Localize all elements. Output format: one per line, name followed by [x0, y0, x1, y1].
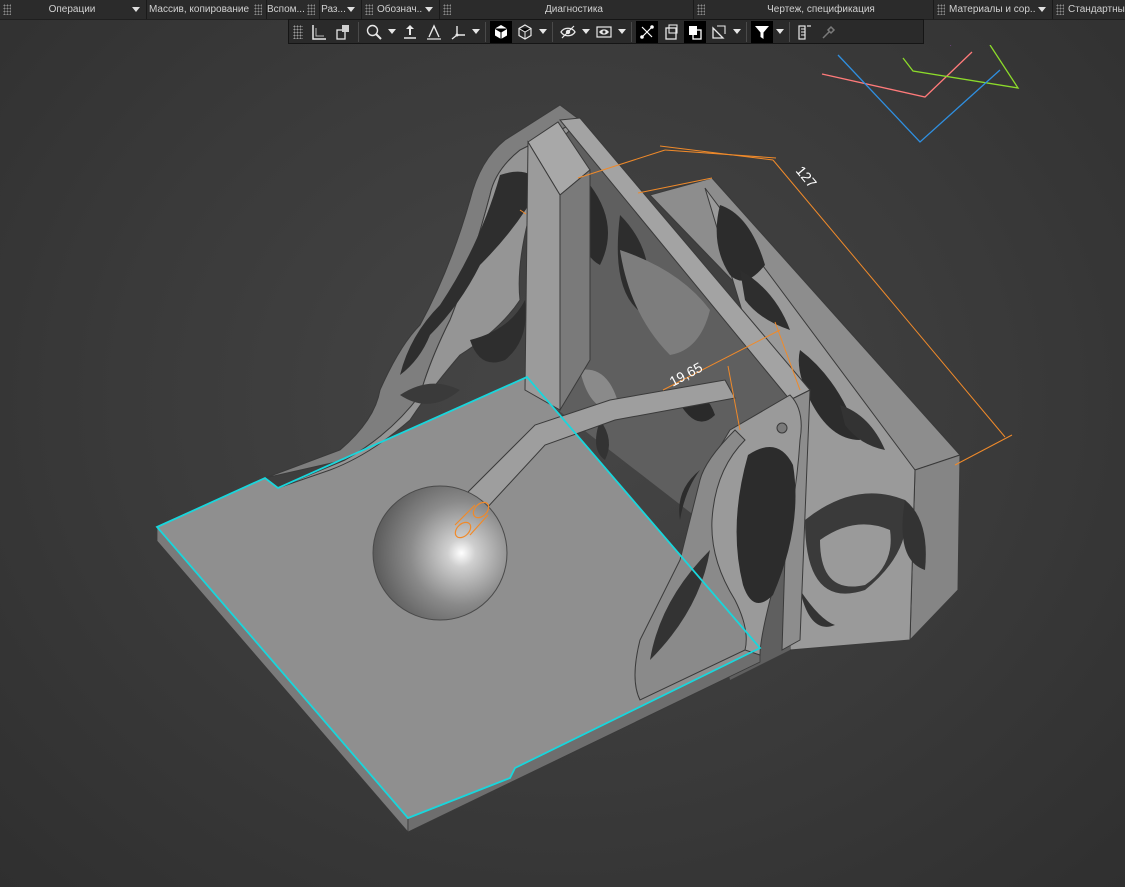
- model-scene: 127 19,65: [155, 45, 1020, 834]
- chevron-down-icon[interactable]: [132, 7, 140, 12]
- chevron-down-icon[interactable]: [425, 7, 433, 12]
- dimension-length-label[interactable]: 127: [793, 163, 820, 191]
- panel-materials[interactable]: Материалы и сор...: [934, 0, 1053, 19]
- visibility-dropdown[interactable]: [580, 21, 592, 43]
- panel-label: Раз...: [321, 4, 346, 15]
- panel-grip-icon[interactable]: [443, 4, 451, 15]
- panel-designations[interactable]: Обознач...: [362, 0, 440, 19]
- toolbar-grip-icon[interactable]: [293, 24, 303, 39]
- chevron-down-icon[interactable]: [347, 7, 355, 12]
- panel-label: Чертеж, спецификация: [767, 4, 875, 15]
- panel-auxiliary[interactable]: Вспом...: [267, 0, 320, 19]
- pan-view-icon[interactable]: [423, 21, 445, 43]
- toolbar-separator: [552, 21, 553, 42]
- display-mode-dropdown[interactable]: [537, 21, 549, 43]
- panel-grip-icon[interactable]: [3, 4, 11, 15]
- orientation-triad: [821, 45, 1020, 143]
- zoom-icon[interactable]: [363, 21, 385, 43]
- chevron-down-icon[interactable]: [1038, 7, 1046, 12]
- model-viewport[interactable]: 127 19,65: [0, 45, 1125, 887]
- orient-view-icon[interactable]: [332, 21, 354, 43]
- constraints-icon[interactable]: [636, 20, 658, 43]
- panel-label: Стандартные и: [1068, 4, 1125, 15]
- shaded-view-icon[interactable]: [490, 20, 512, 43]
- filter-dropdown[interactable]: [774, 21, 786, 43]
- panel-standard[interactable]: Стандартные и: [1053, 0, 1125, 19]
- section-view-icon[interactable]: [660, 21, 682, 43]
- panel-label: Обознач...: [377, 4, 422, 15]
- sphere: [372, 485, 508, 621]
- panel-label: Диагностика: [545, 4, 603, 15]
- panel-label: Операции: [48, 4, 96, 15]
- rotate-view-icon[interactable]: [399, 21, 421, 43]
- wireframe-view-icon[interactable]: [514, 21, 536, 43]
- panel-grip-icon[interactable]: [307, 4, 315, 15]
- panel-operations[interactable]: Операции: [0, 0, 147, 19]
- toolbar-separator: [789, 21, 790, 42]
- filter-icon[interactable]: [751, 20, 773, 43]
- panel-label: Массив, копирование: [148, 4, 250, 15]
- axes-dropdown[interactable]: [470, 21, 482, 43]
- toolbar-separator: [358, 21, 359, 42]
- toolbar-separator: [485, 21, 486, 42]
- layers-icon[interactable]: [684, 20, 706, 43]
- stack-view-icon[interactable]: [708, 21, 730, 43]
- zoom-dropdown[interactable]: [386, 21, 398, 43]
- panel-sections[interactable]: Раз...: [320, 0, 362, 19]
- axes-icon[interactable]: [447, 21, 469, 43]
- panel-diagnostics[interactable]: Диагностика: [440, 0, 694, 19]
- hidden-lines-icon[interactable]: [593, 21, 615, 43]
- panel-grip-icon[interactable]: [1056, 4, 1064, 15]
- panel-header-strip: Операции Массив, копирование Вспом... Ра…: [0, 0, 1125, 20]
- panel-array-copy[interactable]: Массив, копирование: [147, 0, 267, 19]
- panel-grip-icon[interactable]: [937, 4, 945, 15]
- panel-drawing-spec[interactable]: Чертеж, спецификация: [694, 0, 934, 19]
- stack-view-dropdown[interactable]: [731, 21, 743, 43]
- panel-grip-icon[interactable]: [697, 4, 705, 15]
- measure-icon[interactable]: [794, 21, 816, 43]
- sketch-plane-icon[interactable]: [308, 21, 330, 43]
- panel-grip-icon[interactable]: [254, 4, 262, 15]
- eyedropper-icon[interactable]: [818, 21, 840, 43]
- toolbar-separator: [631, 21, 632, 42]
- toolbar-separator: [746, 21, 747, 42]
- panel-grip-icon[interactable]: [365, 4, 373, 15]
- visibility-icon[interactable]: [557, 21, 579, 43]
- view-toolbar: [288, 19, 924, 44]
- hidden-lines-dropdown[interactable]: [616, 21, 628, 43]
- panel-label: Материалы и сор...: [949, 4, 1035, 15]
- panel-label: Вспом...: [267, 4, 304, 15]
